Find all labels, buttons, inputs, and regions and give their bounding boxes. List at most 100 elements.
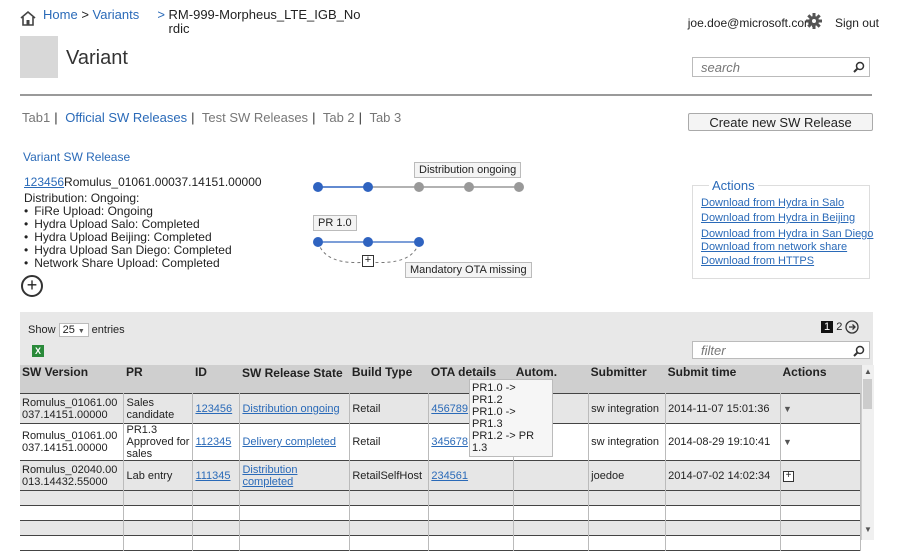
sign-out-link[interactable]: Sign out [835,16,879,30]
ota-details-popup: PR1.0 -> PR1.2 PR1.0 -> PR1.3 PR1.2 -> P… [469,379,553,457]
excel-export-icon[interactable]: X [32,345,44,357]
release-id-link[interactable]: 123456 [24,175,64,189]
entries-select[interactable]: 25 ▼ [58,323,89,337]
ota-popup-line: PR1.0 -> [472,406,516,418]
search-input[interactable]: search [692,57,870,77]
cell-sw-version: Romulus_01061.00 037.14151.00000 [20,393,125,424]
cell-ota[interactable]: 234561 [428,460,515,491]
column-header[interactable]: ID [192,365,240,394]
page-1[interactable]: 1 [821,320,834,333]
flow-node[interactable] [464,182,474,192]
ota-popup-line: PR1.3 [472,418,503,430]
row-menu-icon[interactable]: ▼ [783,437,792,447]
table-row-empty [20,505,861,521]
cell-build-type: RetailSelfHost [349,460,430,491]
row-menu-icon[interactable]: ▼ [783,404,792,414]
cell-submit-time: 2014-11-07 15:01:36 [665,393,781,424]
tab-1[interactable]: Tab1 [22,110,50,125]
tab-2[interactable]: Tab 2 [323,110,355,125]
cell-submit-time: 2014-08-29 19:10:41 [665,423,781,461]
cell-id[interactable]: 123456 [192,393,241,424]
gear-icon[interactable] [805,12,823,30]
cell-pr: Lab entry [123,460,194,491]
cell-pr: PR1.3 Approved for sales [123,423,194,461]
add-ota-button[interactable]: + [362,255,374,267]
download-https-link[interactable]: Download from HTTPS [701,255,814,267]
column-header[interactable]: SW Version [20,365,124,394]
header-divider [20,94,872,96]
add-circle-button[interactable]: + [21,275,43,297]
tab-test-sw-releases[interactable]: Test SW Releases [202,110,308,125]
releases-table: SW Version PR ID SW Release State Build … [20,365,861,551]
column-header[interactable]: Actions [780,365,861,394]
breadcrumb-separator: > [157,7,165,22]
flow-node[interactable] [313,182,323,192]
breadcrumb-separator: > [81,7,89,22]
search-icon[interactable] [853,61,865,73]
scroll-down-icon[interactable]: ▼ [864,525,872,534]
table-row-empty [20,535,861,551]
expand-icon[interactable]: + [783,471,794,482]
column-header[interactable]: Build Type [349,365,429,394]
cell-state[interactable]: Delivery completed [239,423,351,461]
page-2[interactable]: 2 [836,321,842,333]
table-row-empty [20,520,861,536]
cell-build-type: Retail [349,393,430,424]
show-label: Show [28,323,56,336]
flow-node[interactable] [313,237,323,247]
table-row[interactable]: Romulus_02040.00 013.14432.55000 Lab ent… [20,460,861,491]
cell-id[interactable]: 112345 [192,423,241,461]
breadcrumb-home[interactable]: Home [43,7,78,22]
tab-3[interactable]: Tab 3 [369,110,401,125]
table-header-row: SW Version PR ID SW Release State Build … [20,365,861,394]
flow-node[interactable] [414,182,424,192]
download-hydra-san-diego-link[interactable]: Download from Hydra in San Diego [701,228,873,240]
breadcrumb: Home > Variants > RM-999-Morpheus_LTE_IG… [43,8,365,36]
cell-actions[interactable]: ▼ [780,423,861,461]
cell-submitter: sw integration [588,393,667,424]
download-hydra-beijing-link[interactable]: Download from Hydra in Beijing [701,212,855,224]
column-header[interactable]: PR [123,365,193,394]
cell-pr: Sales candidate [123,393,194,424]
home-icon[interactable] [19,10,37,27]
variant-sw-release-line: 123456Romulus_01061.00037.14151.00000 [24,175,262,189]
cell-sw-version: Romulus_01061.00 037.14151.00000 [20,423,125,461]
flow-node[interactable] [514,182,524,192]
cell-state[interactable]: Distribution ongoing [239,393,351,424]
scrollbar-thumb[interactable] [863,379,872,409]
table-scrollbar[interactable]: ▲ ▼ [861,365,874,540]
download-network-share-link[interactable]: Download from network share [701,241,847,253]
cell-actions[interactable]: + [780,460,861,491]
filter-placeholder: filter [701,343,726,358]
cell-id[interactable]: 111345 [192,460,241,491]
pr-tooltip: PR 1.0 [313,215,357,231]
column-header[interactable]: Submit time [665,365,781,394]
cell-state[interactable]: Distribution completed [239,460,351,491]
entries-selector: Show 25 ▼ entries [28,323,125,337]
next-page-icon[interactable] [845,320,860,334]
table-row[interactable]: Romulus_01061.00 037.14151.00000 PR1.3 A… [20,423,861,461]
tab-official-sw-releases[interactable]: Official SW Releases [65,110,187,125]
ota-popup-line: PR1.0 -> [472,382,516,394]
ota-popup-line: 1.3 [472,442,488,454]
download-hydra-salo-link[interactable]: Download from Hydra in Salo [701,197,844,209]
flow-node[interactable] [414,237,424,247]
entries-label: entries [91,323,125,336]
page-title: Variant [66,47,128,69]
filter-input[interactable]: filter [692,341,870,359]
cell-actions[interactable]: ▼ [780,393,861,424]
breadcrumb-variants[interactable]: Variants [93,7,140,22]
search-icon[interactable] [853,345,865,357]
variant-thumbnail [20,36,58,78]
create-sw-release-button[interactable]: Create new SW Release [688,113,873,131]
scroll-up-icon[interactable]: ▲ [864,367,872,376]
table-row[interactable]: Romulus_01061.00 037.14151.00000 Sales c… [20,393,861,424]
cell-submit-time: 2014-07-02 14:02:34 [665,460,781,491]
flow-node[interactable] [363,237,373,247]
column-header[interactable]: Submitter [588,365,666,394]
column-header[interactable]: SW Release State [239,365,350,394]
flow-node[interactable] [363,182,373,192]
release-name: Romulus_01061.00037.14151.00000 [64,175,262,189]
status-item: Network Share Upload: Completed [24,257,232,270]
ota-popup-line: PR1.2 -> PR [472,430,535,442]
